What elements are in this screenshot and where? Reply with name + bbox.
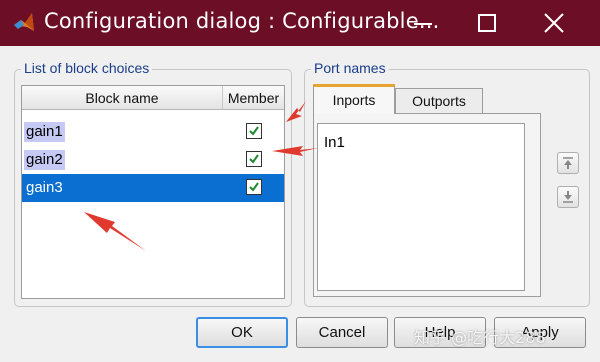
move-down-icon	[563, 191, 573, 203]
block-name-cell[interactable]: gain1	[24, 122, 65, 142]
member-checkbox[interactable]	[246, 123, 262, 139]
column-header-block-name[interactable]: Block name	[22, 86, 223, 109]
tab-outports[interactable]: Outports	[395, 88, 483, 113]
maximize-icon	[478, 14, 496, 32]
block-choices-title: List of block choices	[21, 60, 153, 76]
check-icon	[249, 182, 259, 192]
table-row[interactable]: gain2	[22, 146, 284, 174]
cancel-button[interactable]: Cancel	[296, 317, 388, 348]
port-list[interactable]: In1	[317, 123, 525, 291]
table-row[interactable]: gain1	[22, 118, 284, 146]
move-up-icon	[563, 157, 573, 169]
tab-inports[interactable]: Inports	[313, 84, 395, 114]
title-bar: Configuration dialog : Configurable...	[0, 0, 600, 46]
check-icon	[249, 126, 259, 136]
port-names-group: Port names Inports Outports In1	[304, 60, 590, 307]
ok-button[interactable]: OK	[196, 317, 288, 348]
block-name-cell[interactable]: gain3	[24, 178, 65, 198]
block-name-cell[interactable]: gain2	[24, 150, 65, 170]
watermark: 知乎 @吃行大288	[414, 328, 546, 347]
minimize-icon	[414, 23, 432, 25]
move-up-button[interactable]	[557, 152, 579, 174]
check-icon	[249, 154, 259, 164]
table-header: Block name Member	[22, 86, 284, 110]
move-down-button[interactable]	[557, 186, 579, 208]
close-button[interactable]	[534, 6, 574, 40]
maximize-button[interactable]	[467, 6, 507, 40]
minimize-button[interactable]	[403, 6, 443, 40]
block-choices-group: List of block choices Block name Member …	[14, 60, 292, 307]
port-names-title: Port names	[311, 60, 389, 76]
window-title: Configuration dialog : Configurable...	[44, 9, 440, 33]
list-item[interactable]: In1	[324, 134, 345, 151]
member-checkbox[interactable]	[246, 151, 262, 167]
block-choices-table: Block name Member gain1 gain2 gain3	[21, 85, 285, 299]
matlab-icon	[14, 13, 34, 31]
close-icon	[544, 13, 564, 33]
column-header-member[interactable]: Member	[223, 86, 284, 109]
table-row-selected[interactable]: gain3	[22, 174, 284, 202]
member-checkbox[interactable]	[246, 179, 262, 195]
